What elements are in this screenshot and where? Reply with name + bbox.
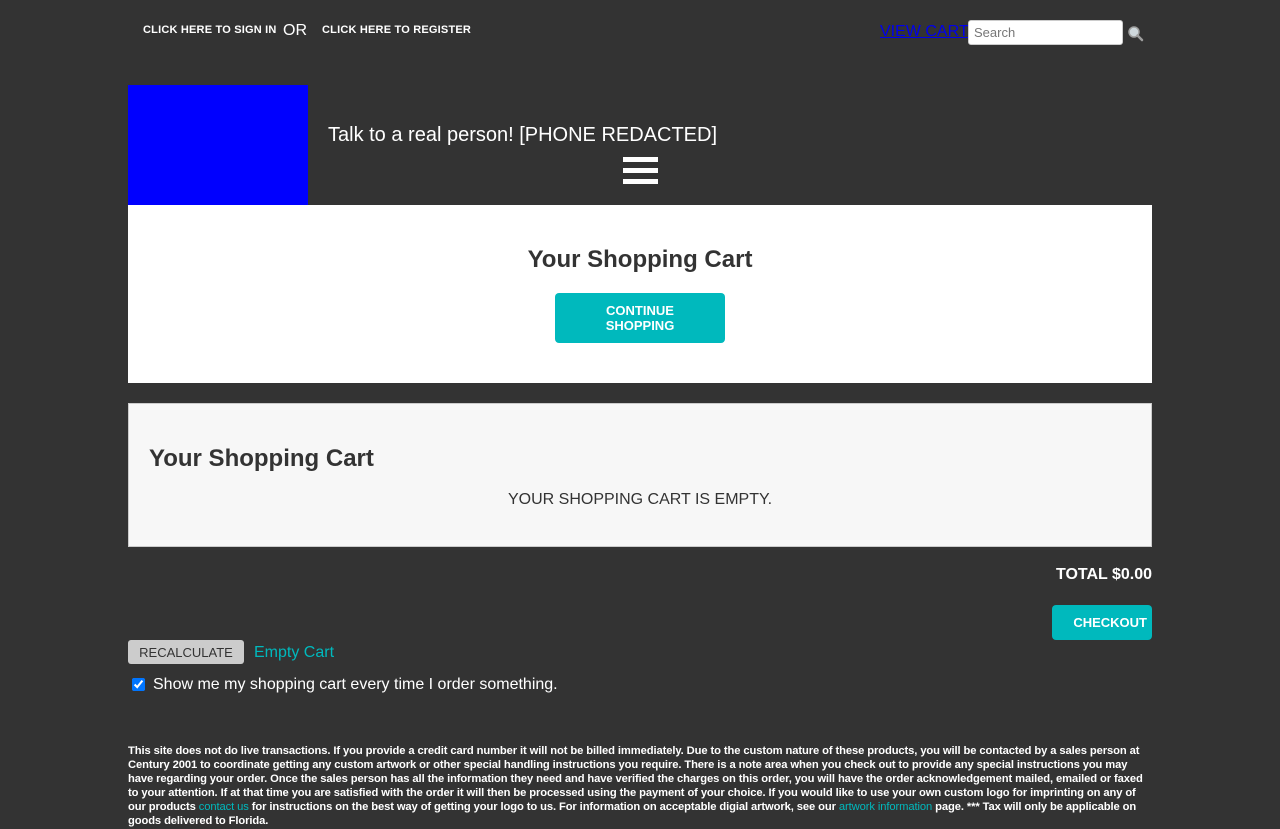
- site-logo[interactable]: [128, 85, 308, 205]
- disclaimer-text: This site does not do live transactions.…: [128, 744, 1152, 828]
- cart-contents-title: Your Shopping Cart: [149, 445, 374, 472]
- checkout-button[interactable]: CHECKOUT: [1052, 605, 1152, 640]
- hamburger-menu-icon[interactable]: [623, 157, 658, 185]
- show-cart-checkbox[interactable]: [132, 678, 145, 691]
- empty-cart-message: YOUR SHOPPING CART IS EMPTY.: [507, 491, 773, 508]
- top-bar: CLICK HERE TO SIGN IN OR CLICK HERE TO R…: [0, 0, 1280, 60]
- disclaimer-part-2: for instructions on the best way of gett…: [248, 801, 839, 813]
- empty-cart-link[interactable]: Empty Cart: [254, 644, 334, 662]
- page-title: Your Shopping Cart: [527, 246, 753, 273]
- continue-shopping-button[interactable]: CONTINUE SHOPPING: [555, 293, 725, 343]
- sign-in-link[interactable]: CLICK HERE TO SIGN IN: [143, 24, 277, 36]
- or-separator: OR: [283, 22, 307, 39]
- show-cart-label: Show me my shopping cart every time I or…: [153, 676, 558, 693]
- artwork-information-link[interactable]: artwork information: [839, 801, 932, 813]
- cart-total: TOTAL $0.00: [1055, 566, 1152, 583]
- phone-banner: Talk to a real person! [PHONE REDACTED]: [328, 124, 718, 146]
- recalculate-button[interactable]: RECALCULATE: [128, 640, 244, 664]
- search-icon[interactable]: [1127, 23, 1147, 43]
- search-input[interactable]: [968, 20, 1123, 45]
- cart-header-panel: Your Shopping Cart CONTINUE SHOPPING: [128, 205, 1152, 383]
- view-cart-link[interactable]: VIEW CART: [880, 23, 969, 41]
- register-link[interactable]: CLICK HERE TO REGISTER: [322, 24, 471, 36]
- cart-contents-panel: Your Shopping Cart YOUR SHOPPING CART IS…: [128, 403, 1152, 547]
- contact-us-link[interactable]: contact us: [199, 801, 249, 813]
